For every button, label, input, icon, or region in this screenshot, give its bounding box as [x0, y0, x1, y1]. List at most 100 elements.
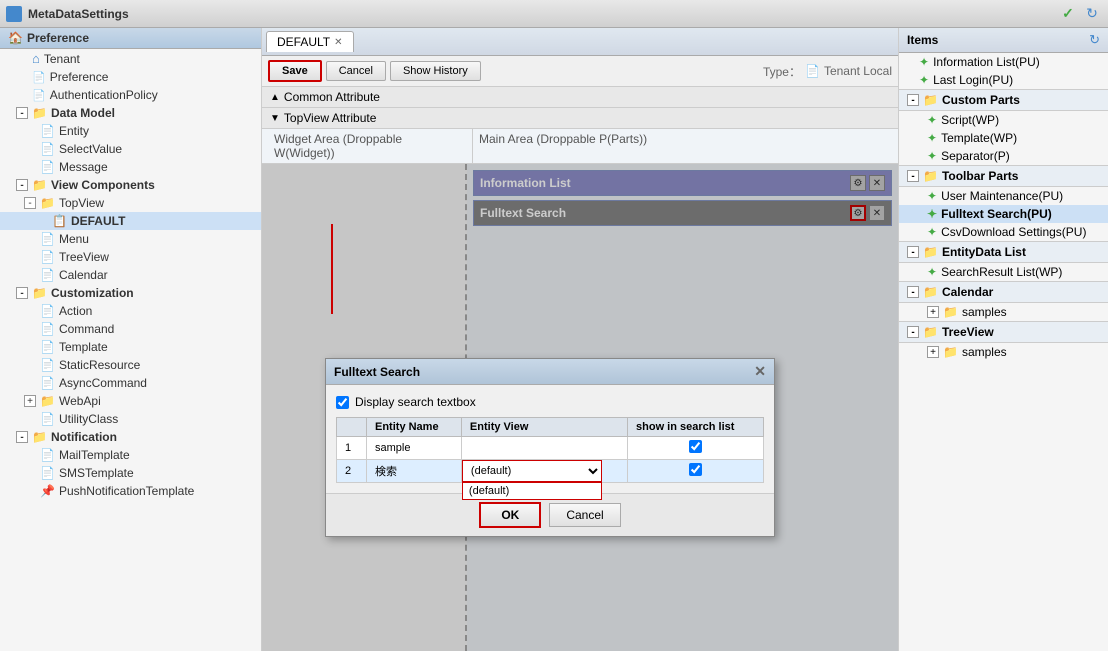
save-button[interactable]: Save [268, 60, 322, 82]
home-icon: 🏠 [8, 31, 23, 45]
app-title: MetaDataSettings [28, 7, 129, 21]
right-panel-title: Items [907, 33, 938, 47]
tree-toggle-notification[interactable]: - [16, 431, 28, 443]
row-num: 2 [337, 460, 367, 483]
cancel-button[interactable]: Cancel [326, 61, 386, 81]
doc-icon: 📄 [40, 466, 55, 480]
tree-toggle-viewcomponents[interactable]: - [16, 179, 28, 191]
tab-close-icon[interactable]: ✕ [334, 37, 342, 48]
sidebar-item-entity[interactable]: 📄 Entity [0, 122, 261, 140]
right-item-fulltextsearch[interactable]: ✦ Fulltext Search(PU) [899, 205, 1108, 223]
view-area: Information List ⚙ ✕ Fulltext Search ⚙ ✕ [262, 164, 898, 651]
sidebar-item-smstemplate[interactable]: 📄 SMSTemplate [0, 464, 261, 482]
refresh-button[interactable]: ↻ [1082, 4, 1102, 24]
ok-button[interactable]: OK [479, 502, 541, 528]
sidebar-item-label: TopView [59, 196, 104, 210]
folder-icon: 📁 [943, 305, 958, 319]
entitydata-list-section[interactable]: - 📁 EntityData List [899, 241, 1108, 263]
sidebar-item-template[interactable]: 📄 Template [0, 338, 261, 356]
dialog-close-button[interactable]: ✕ [754, 363, 766, 380]
right-item-lastlogin[interactable]: ✦ Last Login(PU) [899, 71, 1108, 89]
main-container: 🏠 Preference ⌂ Tenant 📄 Preference 📄 Aut… [0, 28, 1108, 651]
right-item-infolist[interactable]: ✦ Information List(PU) [899, 53, 1108, 71]
common-attribute-section[interactable]: ▲ Common Attribute [262, 87, 898, 108]
right-item-separatorp[interactable]: ✦ Separator(P) [899, 147, 1108, 165]
calendar-section[interactable]: - 📁 Calendar [899, 281, 1108, 303]
sidebar-item-customization[interactable]: - 📁 Customization [0, 284, 261, 302]
right-panel-refresh-button[interactable]: ↻ [1089, 32, 1100, 48]
sidebar-header: 🏠 Preference [0, 28, 261, 49]
sidebar-item-preference[interactable]: 📄 Preference [0, 68, 261, 86]
entity-name-cell: 検索 [367, 460, 462, 483]
right-item-templatewp[interactable]: ✦ Template(WP) [899, 129, 1108, 147]
tree-toggle-webapi[interactable]: + [24, 395, 36, 407]
entity-view-select[interactable]: (default) [462, 460, 602, 482]
sidebar-item-pushnotification[interactable]: 📌 PushNotificationTemplate [0, 482, 261, 500]
tree-toggle-cal-samples[interactable]: + [927, 306, 939, 318]
custom-parts-section[interactable]: - 📁 Custom Parts [899, 89, 1108, 111]
tree-toggle-calendar[interactable]: - [907, 286, 919, 298]
sidebar-item-calendar[interactable]: 📄 Calendar [0, 266, 261, 284]
dialog-cancel-button[interactable]: Cancel [549, 503, 620, 527]
tab-default[interactable]: DEFAULT ✕ [266, 31, 354, 52]
sidebar-item-menu[interactable]: 📄 Menu [0, 230, 261, 248]
dropdown-option[interactable]: (default) [463, 483, 601, 499]
right-item-treeview-samples[interactable]: + 📁 samples [899, 343, 1108, 361]
display-textbox-checkbox[interactable] [336, 396, 349, 409]
sidebar-item-asynccommand[interactable]: 📄 AsyncCommand [0, 374, 261, 392]
tree-toggle-customization[interactable]: - [16, 287, 28, 299]
toolbar-parts-section[interactable]: - 📁 Toolbar Parts [899, 165, 1108, 187]
sidebar-item-treeview[interactable]: 📄 TreeView [0, 248, 261, 266]
sidebar-item-selectvalue[interactable]: 📄 SelectValue [0, 140, 261, 158]
page-icon: 📋 [52, 214, 67, 228]
tree-toggle-tv-samples[interactable]: + [927, 346, 939, 358]
right-item-csvdownload[interactable]: ✦ CsvDownload Settings(PU) [899, 223, 1108, 241]
show-checkbox-2[interactable] [689, 463, 702, 476]
checkbox-row: Display search textbox [336, 395, 764, 409]
sidebar-item-topview[interactable]: - 📁 TopView [0, 194, 261, 212]
sidebar-item-utilityclass[interactable]: 📄 UtilityClass [0, 410, 261, 428]
right-item-usermaint[interactable]: ✦ User Maintenance(PU) [899, 187, 1108, 205]
sidebar-item-viewcomponents[interactable]: - 📁 View Components [0, 176, 261, 194]
title-bar: MetaDataSettings ✓ ↻ [0, 0, 1108, 28]
tree-toggle-toolbarparts[interactable]: - [907, 170, 919, 182]
sidebar-item-default[interactable]: 📋 DEFAULT [0, 212, 261, 230]
puzzle-icon: ✦ [927, 113, 937, 127]
col-show: show in search list [628, 418, 764, 437]
doc-icon-small: 📄 [805, 64, 820, 78]
tree-toggle-customparts[interactable]: - [907, 94, 919, 106]
sidebar-item-staticresource[interactable]: 📄 StaticResource [0, 356, 261, 374]
sidebar-item-label: Entity [59, 124, 89, 138]
right-item-searchresult[interactable]: ✦ SearchResult List(WP) [899, 263, 1108, 281]
tree-toggle-datamodel[interactable]: - [16, 107, 28, 119]
sidebar-item-notification[interactable]: - 📁 Notification [0, 428, 261, 446]
tree-toggle-entitydata[interactable]: - [907, 246, 919, 258]
sidebar-item-action[interactable]: 📄 Action [0, 302, 261, 320]
right-item-label: samples [962, 305, 1007, 319]
sidebar-item-authpolicy[interactable]: 📄 AuthenticationPolicy [0, 86, 261, 104]
puzzle-icon: ✦ [927, 207, 937, 221]
sidebar-item-label: DEFAULT [71, 214, 125, 228]
widget-area-header: Widget Area (Droppable W(Widget)) [268, 129, 473, 163]
tree-toggle-treeview-r[interactable]: - [907, 326, 919, 338]
sidebar-item-tenant[interactable]: ⌂ Tenant [0, 49, 261, 68]
sidebar-item-mailtemplate[interactable]: 📄 MailTemplate [0, 446, 261, 464]
sidebar-item-message[interactable]: 📄 Message [0, 158, 261, 176]
select-dropdown: (default) [462, 482, 602, 500]
check-button[interactable]: ✓ [1058, 4, 1078, 24]
show-history-button[interactable]: Show History [390, 61, 481, 81]
topview-attribute-section[interactable]: ▼ TopView Attribute [262, 108, 898, 129]
sidebar-item-datamodel[interactable]: - 📁 Data Model [0, 104, 261, 122]
right-item-label: samples [962, 345, 1007, 359]
doc-icon: 📄 [40, 250, 55, 264]
right-item-label: SearchResult List(WP) [941, 265, 1062, 279]
sidebar-item-webapi[interactable]: + 📁 WebApi [0, 392, 261, 410]
sidebar-item-command[interactable]: 📄 Command [0, 320, 261, 338]
section-label: EntityData List [942, 245, 1026, 259]
right-item-calendar-samples[interactable]: + 📁 samples [899, 303, 1108, 321]
treeview-section[interactable]: - 📁 TreeView [899, 321, 1108, 343]
show-checkbox-1[interactable] [689, 440, 702, 453]
right-item-scriptwp[interactable]: ✦ Script(WP) [899, 111, 1108, 129]
folder-icon: 📁 [32, 178, 47, 192]
tree-toggle-topview[interactable]: - [24, 197, 36, 209]
